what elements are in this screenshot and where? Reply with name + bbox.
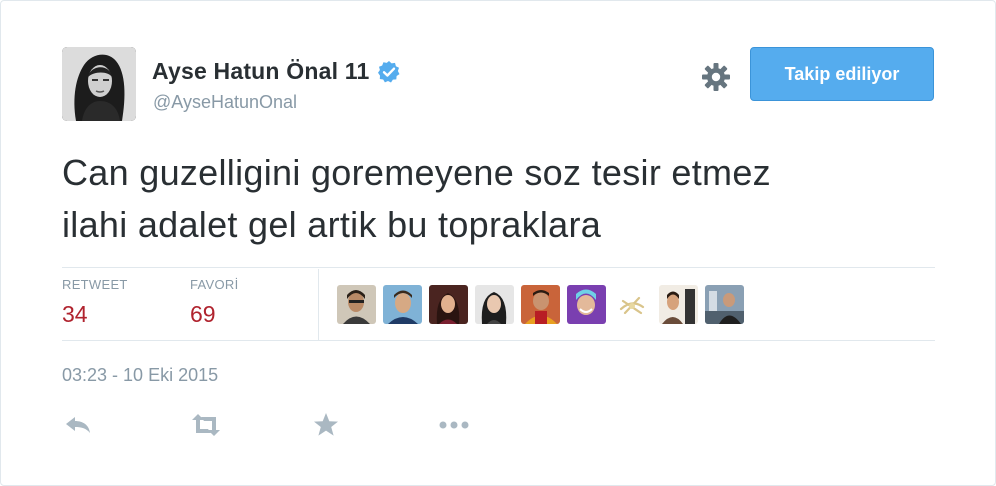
retweet-stat[interactable]: RETWEET 34 [62, 277, 128, 328]
favoriter-avatar[interactable] [475, 285, 514, 324]
user-name-row[interactable]: Ayse Hatun Önal 11 [152, 58, 401, 85]
user-handle[interactable]: @AyseHatunOnal [153, 92, 297, 113]
favorite-stat[interactable]: FAVORİ 69 [190, 277, 239, 328]
tweet-card: Ayse Hatun Önal 11 @AyseHatunOnal Takip … [0, 0, 996, 486]
favoriter-avatar[interactable] [337, 285, 376, 324]
favoriter-avatar[interactable] [429, 285, 468, 324]
favorite-icon[interactable] [312, 411, 340, 444]
following-button[interactable]: Takip ediliyor [750, 47, 934, 101]
tweet-text-line-2: ilahi adalet gel artik bu topraklara [62, 204, 602, 245]
tweet-text-line-1: Can guzelligini goremeyene soz tesir etm… [62, 152, 771, 193]
gear-icon[interactable] [700, 61, 732, 93]
tweet-timestamp[interactable]: 03:23 - 10 Eki 2015 [62, 365, 218, 386]
more-icon[interactable] [438, 411, 470, 444]
favoriter-avatar[interactable] [613, 285, 652, 324]
retweet-icon[interactable] [190, 411, 222, 444]
favorite-count: 69 [190, 301, 216, 327]
favorite-label: FAVORİ [190, 277, 239, 292]
favoriter-avatar[interactable] [659, 285, 698, 324]
favorited-by-avatars [337, 285, 744, 324]
favoriter-avatar[interactable] [521, 285, 560, 324]
favoriter-avatar[interactable] [383, 285, 422, 324]
tweet-text: Can guzelligini goremeyene soz tesir etm… [62, 147, 962, 251]
stats-separator [318, 269, 319, 340]
divider-bottom [62, 340, 935, 341]
favoriter-avatar[interactable] [705, 285, 744, 324]
display-name[interactable]: Ayse Hatun Önal 11 [152, 58, 370, 85]
verified-badge-icon [377, 60, 401, 84]
retweet-count: 34 [62, 301, 88, 327]
reply-icon[interactable] [64, 411, 92, 444]
divider-top [62, 267, 935, 268]
avatar-photo [62, 47, 136, 121]
favoriter-avatar[interactable] [567, 285, 606, 324]
user-avatar[interactable] [62, 47, 136, 121]
retweet-label: RETWEET [62, 277, 128, 292]
